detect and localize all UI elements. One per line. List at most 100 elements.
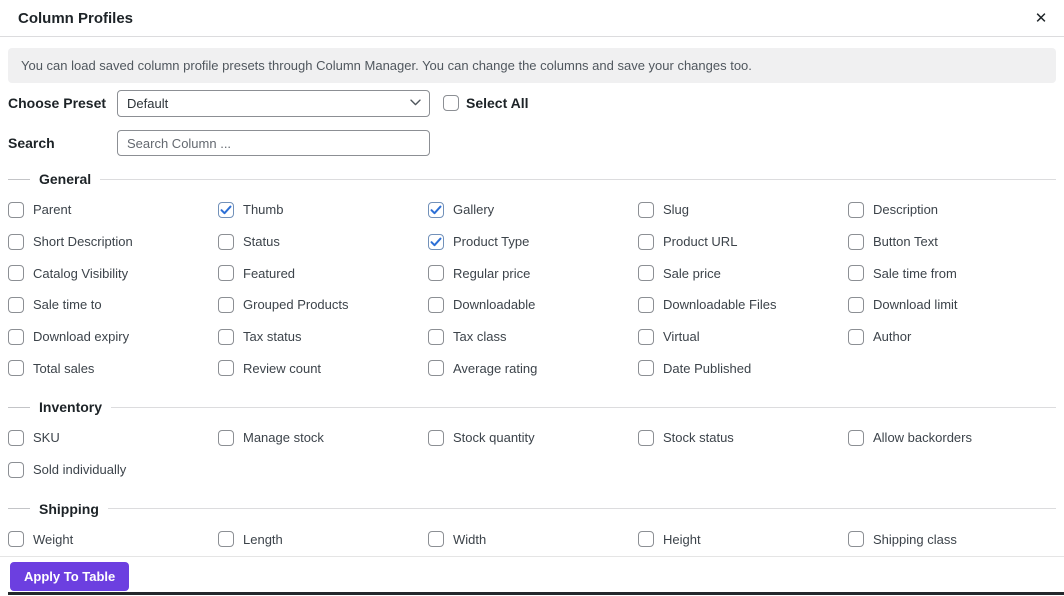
- checkbox-icon[interactable]: [8, 531, 24, 548]
- checkbox-icon[interactable]: [218, 531, 234, 548]
- checkbox-icon[interactable]: [218, 201, 234, 218]
- column-option-download-limit[interactable]: Download limit: [848, 296, 1058, 313]
- column-option-featured[interactable]: Featured: [218, 265, 428, 282]
- checkbox-icon[interactable]: [218, 265, 234, 282]
- column-option-download-expiry[interactable]: Download expiry: [8, 328, 218, 345]
- column-option-slug[interactable]: Slug: [638, 201, 848, 218]
- column-option-description[interactable]: Description: [848, 201, 1058, 218]
- column-option-downloadable[interactable]: Downloadable: [428, 296, 638, 313]
- info-banner-text: You can load saved column profile preset…: [21, 58, 752, 73]
- column-option-status[interactable]: Status: [218, 233, 428, 250]
- checkbox-icon[interactable]: [848, 201, 864, 218]
- column-option-allow-backorders[interactable]: Allow backorders: [848, 429, 1058, 446]
- checkbox-icon[interactable]: [848, 296, 864, 313]
- checkbox-icon[interactable]: [638, 360, 654, 377]
- column-option-regular-price[interactable]: Regular price: [428, 265, 638, 282]
- checkbox-icon[interactable]: [428, 296, 444, 313]
- column-option-catalog-visibility[interactable]: Catalog Visibility: [8, 265, 218, 282]
- checkbox-icon[interactable]: [638, 429, 654, 446]
- checkbox-icon[interactable]: [848, 265, 864, 282]
- checkbox-icon[interactable]: [8, 461, 24, 478]
- column-option-weight[interactable]: Weight: [8, 531, 218, 548]
- column-option-label: Grouped Products: [243, 297, 349, 313]
- column-option-grouped-products[interactable]: Grouped Products: [218, 296, 428, 313]
- column-option-average-rating[interactable]: Average rating: [428, 360, 638, 377]
- checkbox-icon[interactable]: [638, 328, 654, 345]
- checkbox-icon[interactable]: [218, 233, 234, 250]
- column-option-sku[interactable]: SKU: [8, 429, 218, 446]
- checkbox-icon[interactable]: [428, 201, 444, 218]
- checkbox-icon[interactable]: [848, 233, 864, 250]
- column-option-gallery[interactable]: Gallery: [428, 201, 638, 218]
- column-option-label: Tax status: [243, 329, 302, 345]
- checkbox-icon[interactable]: [428, 360, 444, 377]
- checkbox-icon[interactable]: [638, 233, 654, 250]
- column-option-manage-stock[interactable]: Manage stock: [218, 429, 428, 446]
- select-all-control[interactable]: Select All: [443, 95, 529, 111]
- close-icon[interactable]: ✕: [1030, 8, 1052, 30]
- select-all-checkbox[interactable]: [443, 95, 459, 111]
- checkbox-icon[interactable]: [428, 429, 444, 446]
- column-option-tax-status[interactable]: Tax status: [218, 328, 428, 345]
- checkbox-icon[interactable]: [8, 265, 24, 282]
- column-option-sold-individually[interactable]: Sold individually: [8, 461, 218, 478]
- checkbox-icon[interactable]: [8, 429, 24, 446]
- column-option-label: Gallery: [453, 202, 495, 218]
- checkbox-icon[interactable]: [218, 429, 234, 446]
- checkbox-icon[interactable]: [8, 360, 24, 377]
- checkbox-icon[interactable]: [8, 201, 24, 218]
- column-option-label: Description: [873, 202, 939, 218]
- checkbox-icon[interactable]: [218, 328, 234, 345]
- column-option-height[interactable]: Height: [638, 531, 848, 548]
- column-option-width[interactable]: Width: [428, 531, 638, 548]
- page-behind-modal-edge: [8, 592, 1064, 595]
- checkbox-icon[interactable]: [218, 360, 234, 377]
- checkbox-icon[interactable]: [428, 233, 444, 250]
- column-option-label: Sale time from: [873, 265, 957, 281]
- checkbox-icon[interactable]: [638, 265, 654, 282]
- column-option-total-sales[interactable]: Total sales: [8, 360, 218, 377]
- checkbox-icon[interactable]: [428, 265, 444, 282]
- column-option-button-text[interactable]: Button Text: [848, 233, 1058, 250]
- column-option-label: Length: [243, 531, 283, 547]
- column-option-downloadable-files[interactable]: Downloadable Files: [638, 296, 848, 313]
- column-option-shipping-class[interactable]: Shipping class: [848, 531, 1058, 548]
- column-option-virtual[interactable]: Virtual: [638, 328, 848, 345]
- section-inventory: Inventory SKU Manage stock Stock quantit…: [8, 399, 1056, 485]
- column-option-stock-status[interactable]: Stock status: [638, 429, 848, 446]
- column-option-sale-price[interactable]: Sale price: [638, 265, 848, 282]
- column-option-thumb[interactable]: Thumb: [218, 201, 428, 218]
- column-option-review-count[interactable]: Review count: [218, 360, 428, 377]
- section-header: General: [8, 171, 1056, 187]
- checkbox-icon[interactable]: [428, 328, 444, 345]
- column-option-product-type[interactable]: Product Type: [428, 233, 638, 250]
- section-divider-line: [111, 406, 1056, 408]
- column-option-label: Product URL: [663, 234, 738, 250]
- checkbox-icon[interactable]: [8, 233, 24, 250]
- column-option-tax-class[interactable]: Tax class: [428, 328, 638, 345]
- apply-to-table-button[interactable]: Apply To Table: [10, 562, 130, 591]
- column-option-short-description[interactable]: Short Description: [8, 233, 218, 250]
- checkbox-icon[interactable]: [638, 201, 654, 218]
- column-option-author[interactable]: Author: [848, 328, 1058, 345]
- column-option-parent[interactable]: Parent: [8, 201, 218, 218]
- checkbox-icon[interactable]: [8, 328, 24, 345]
- checkbox-icon[interactable]: [848, 531, 864, 548]
- checkbox-icon[interactable]: [638, 296, 654, 313]
- column-option-label: Shipping class: [873, 531, 957, 547]
- column-option-date-published[interactable]: Date Published: [638, 360, 848, 377]
- column-option-label: Product Type: [453, 234, 530, 250]
- checkbox-icon[interactable]: [218, 296, 234, 313]
- column-option-length[interactable]: Length: [218, 531, 428, 548]
- checkbox-icon[interactable]: [638, 531, 654, 548]
- checkbox-icon[interactable]: [8, 296, 24, 313]
- checkbox-icon[interactable]: [848, 429, 864, 446]
- column-option-sale-time-to[interactable]: Sale time to: [8, 296, 218, 313]
- checkbox-icon[interactable]: [848, 328, 864, 345]
- column-option-stock-quantity[interactable]: Stock quantity: [428, 429, 638, 446]
- search-input[interactable]: [117, 130, 430, 156]
- checkbox-icon[interactable]: [428, 531, 444, 548]
- column-option-sale-time-from[interactable]: Sale time from: [848, 265, 1058, 282]
- column-option-product-url[interactable]: Product URL: [638, 233, 848, 250]
- preset-select[interactable]: Default: [117, 89, 430, 117]
